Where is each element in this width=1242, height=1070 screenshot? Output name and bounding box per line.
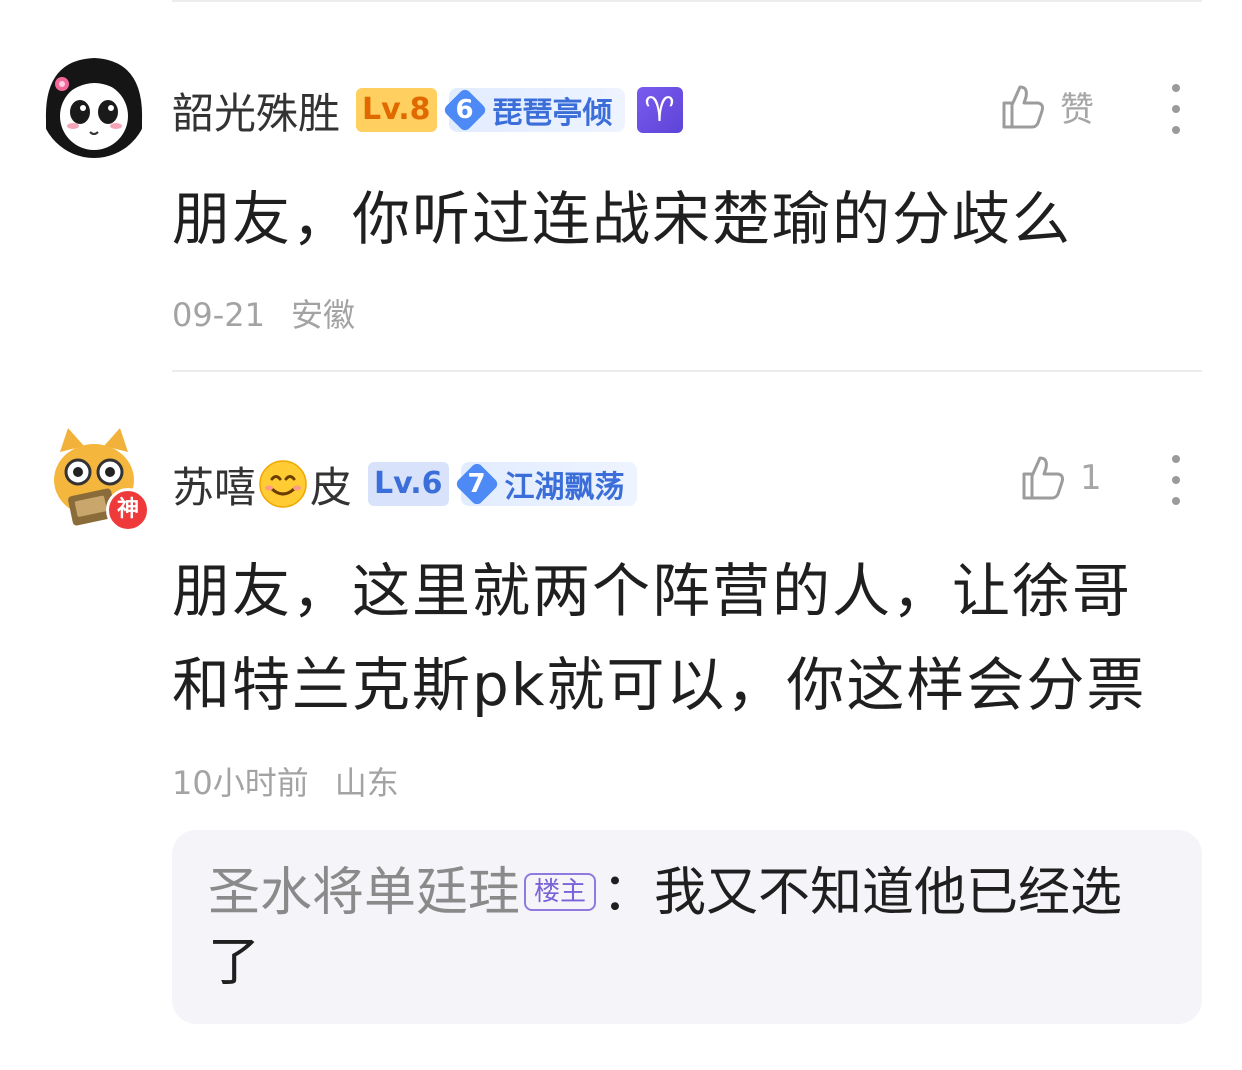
comment-location: 山东 [334, 764, 399, 802]
thumbs-up-icon [1020, 454, 1066, 502]
username[interactable]: 韶光殊胜 [172, 80, 340, 141]
op-tag: 楼主 [524, 873, 597, 911]
comment-location: 安徽 [290, 296, 355, 334]
comment-header: 韶光殊胜 Lv.8 6 琵琶亭倾 ♈ [172, 80, 683, 140]
level-badge: Lv.6 [368, 462, 449, 506]
honor-level-icon: 6 [441, 87, 488, 133]
username-part: 皮 [310, 462, 353, 512]
like-button[interactable]: 1 [1020, 454, 1102, 502]
smile-emoji-icon [259, 460, 307, 508]
comment-meta: 10小时前 山东 [172, 758, 399, 804]
comment-divider [172, 370, 1202, 372]
avatar[interactable] [40, 50, 148, 158]
reply-author[interactable]: 圣水将单廷珪 [208, 863, 520, 923]
honor-title: 江湖飘荡 [504, 470, 625, 505]
honor-level-icon: 7 [453, 461, 500, 507]
honor-badge[interactable]: 6 琵琶亭倾 [441, 87, 625, 133]
comment-header: 苏嘻 皮 Lv.6 7 江湖飘荡 [172, 454, 637, 514]
comment-date: 10小时前 [172, 764, 309, 802]
god-badge: 神 [106, 488, 150, 532]
comment-content: 朋友，你听过连战宋楚瑜的分歧么 [172, 185, 1073, 253]
comment-meta: 09-21 安徽 [172, 290, 355, 336]
like-count: 1 [1080, 458, 1102, 498]
honor-title: 琵琶亭倾 [492, 96, 613, 131]
reply-separator: ： [602, 863, 655, 923]
more-options-icon[interactable] [1172, 84, 1182, 147]
like-label: 赞 [1060, 90, 1094, 130]
like-button[interactable]: 赞 [1000, 82, 1094, 131]
more-options-icon[interactable] [1172, 455, 1182, 518]
level-badge: Lv.8 [356, 88, 437, 132]
reply-preview[interactable]: 圣水将单廷珪 楼主 ：我又不知道他已经选了 [172, 830, 1202, 1024]
reply-text: 圣水将单廷珪 楼主 ：我又不知道他已经选了 [208, 858, 1168, 998]
thumbs-up-icon [1000, 83, 1046, 131]
comment-content: 朋友，这里就两个阵营的人，让徐哥 和特兰克斯pk就可以，你这样会分票 [172, 544, 1182, 732]
comment-content-line: 朋友，这里就两个阵营的人，让徐哥 [172, 557, 1133, 625]
comment-content-line: 和特兰克斯pk就可以，你这样会分票 [172, 651, 1147, 719]
top-divider [172, 0, 1202, 2]
username-part: 苏嘻 [172, 462, 257, 512]
username[interactable]: 苏嘻 皮 [172, 454, 352, 515]
honor-badge[interactable]: 7 江湖飘荡 [453, 461, 637, 507]
aries-zodiac-icon[interactable]: ♈ [636, 87, 683, 133]
comment-date: 09-21 [172, 296, 265, 334]
